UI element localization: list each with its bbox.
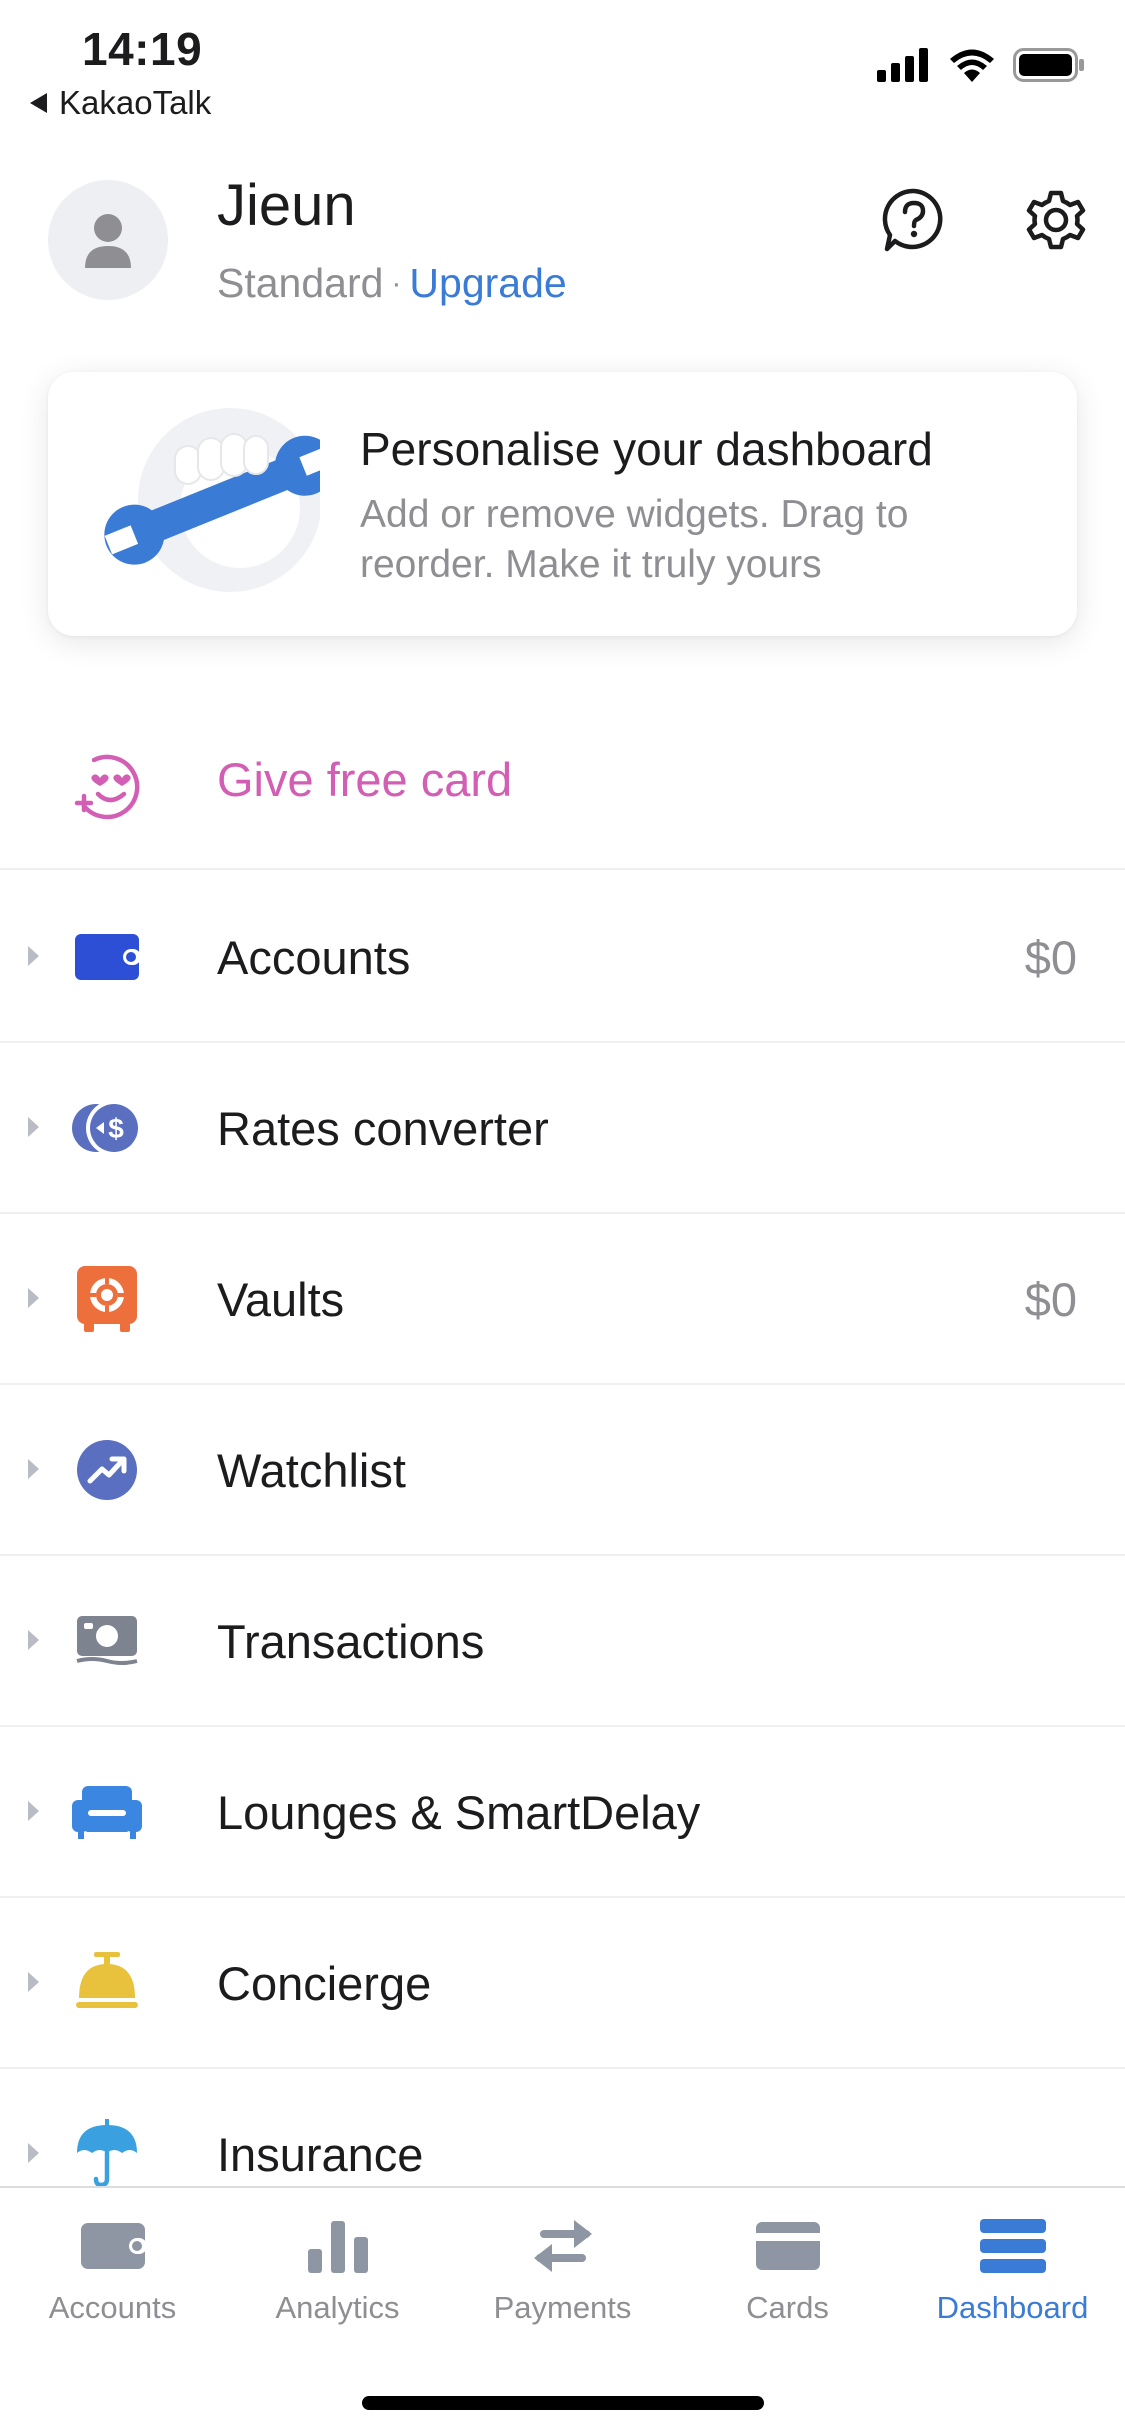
trending-up-icon — [72, 1435, 142, 1505]
tab-analytics[interactable]: Analytics — [225, 2214, 450, 2344]
list-item-accounts[interactable]: Accounts $0 — [0, 872, 1125, 1043]
chevron-right-icon — [28, 1459, 39, 1479]
upgrade-link[interactable]: Upgrade — [409, 260, 566, 307]
sofa-icon — [72, 1777, 142, 1847]
list-item-transactions[interactable]: Transactions — [0, 1556, 1125, 1727]
back-triangle-icon — [30, 93, 47, 113]
back-to-app-button[interactable]: KakaoTalk — [30, 84, 211, 122]
tab-dashboard[interactable]: Dashboard — [900, 2214, 1125, 2344]
chevron-right-icon — [28, 2143, 39, 2163]
tab-payments[interactable]: Payments — [450, 2214, 675, 2344]
dashboard-screen: 14:19 KakaoTalk Jieun Standard · Upgrade… — [0, 0, 1125, 2436]
wallet-icon — [72, 922, 142, 992]
chevron-right-icon — [28, 1630, 39, 1650]
profile-header: Jieun Standard · Upgrade — [0, 160, 1125, 330]
help-button[interactable] — [866, 172, 962, 268]
list-item-rates-converter[interactable]: $ Rates converter — [0, 1043, 1125, 1214]
tab-label: Analytics — [275, 2290, 400, 2325]
list-item-value: $0 — [1024, 1273, 1077, 1326]
tab-label: Dashboard — [936, 2290, 1089, 2325]
dashboard-icon — [973, 2214, 1053, 2278]
user-name: Jieun — [217, 173, 356, 238]
service-bell-icon — [72, 1948, 142, 2018]
currency-exchange-icon: $ — [72, 1093, 142, 1163]
list-item-concierge[interactable]: Concierge — [0, 1898, 1125, 2069]
list-item-label: Insurance — [217, 2128, 424, 2181]
cellular-signal-icon — [877, 48, 928, 82]
list-item-label: Accounts — [217, 931, 411, 984]
tab-label: Cards — [746, 2290, 829, 2325]
wrench-illustration — [104, 408, 320, 592]
chevron-right-icon — [28, 1117, 39, 1137]
transfer-arrows-icon — [523, 2214, 603, 2278]
avatar[interactable] — [48, 180, 168, 300]
user-icon — [85, 214, 131, 268]
back-app-label: KakaoTalk — [59, 84, 212, 121]
list-item-label: Vaults — [217, 1273, 345, 1326]
list-item-label: Concierge — [217, 1957, 432, 2010]
settings-button[interactable] — [1008, 172, 1104, 268]
umbrella-icon — [72, 2119, 142, 2189]
list-item-vaults[interactable]: Vaults $0 — [0, 1214, 1125, 1385]
safe-icon — [72, 1264, 142, 1334]
battery-icon — [1013, 48, 1084, 82]
give-free-card-row[interactable]: Give free card — [0, 720, 1125, 870]
list-item-label: Rates converter — [217, 1102, 549, 1155]
widget-list: Accounts $0 $ Rates converter Vaults $0 … — [0, 872, 1125, 2240]
chevron-right-icon — [28, 1972, 39, 1992]
plan-name: Standard — [217, 260, 384, 306]
status-icons — [877, 48, 1085, 82]
chevron-right-icon — [28, 1801, 39, 1821]
card-icon — [748, 2214, 828, 2278]
tab-accounts[interactable]: Accounts — [0, 2214, 225, 2344]
gear-icon — [1026, 190, 1086, 250]
plan-row: Standard · Upgrade — [217, 260, 567, 307]
status-time: 14:19 — [82, 23, 203, 75]
wifi-icon — [950, 49, 994, 82]
tab-cards[interactable]: Cards — [675, 2214, 900, 2344]
personalise-dashboard-card[interactable]: Personalise your dashboard Add or remove… — [48, 372, 1077, 636]
promo-description: Add or remove widgets. Drag to reorder. … — [360, 493, 909, 586]
svg-text:$: $ — [108, 1113, 124, 1144]
tab-label: Payments — [493, 2290, 632, 2325]
wallet-icon — [73, 2214, 153, 2278]
list-item-label: Lounges & SmartDelay — [217, 1786, 701, 1839]
list-item-lounges[interactable]: Lounges & SmartDelay — [0, 1727, 1125, 1898]
banknote-icon — [72, 1606, 142, 1676]
plan-separator: · — [391, 266, 402, 300]
chevron-right-icon — [28, 1288, 39, 1308]
help-icon — [882, 188, 943, 252]
home-indicator[interactable] — [362, 2396, 764, 2410]
bar-chart-icon — [298, 2214, 378, 2278]
tab-label: Accounts — [48, 2290, 177, 2325]
list-item-value: $0 — [1024, 931, 1077, 984]
list-item-label: Watchlist — [217, 1444, 406, 1497]
list-item-watchlist[interactable]: Watchlist — [0, 1385, 1125, 1556]
status-bar: 14:19 KakaoTalk — [0, 0, 1125, 130]
give-free-card-label: Give free card — [217, 753, 513, 806]
chevron-right-icon — [28, 946, 39, 966]
list-item-label: Transactions — [217, 1615, 485, 1668]
heart-eyes-face-icon — [74, 754, 140, 820]
promo-title: Personalise your dashboard — [360, 423, 933, 475]
